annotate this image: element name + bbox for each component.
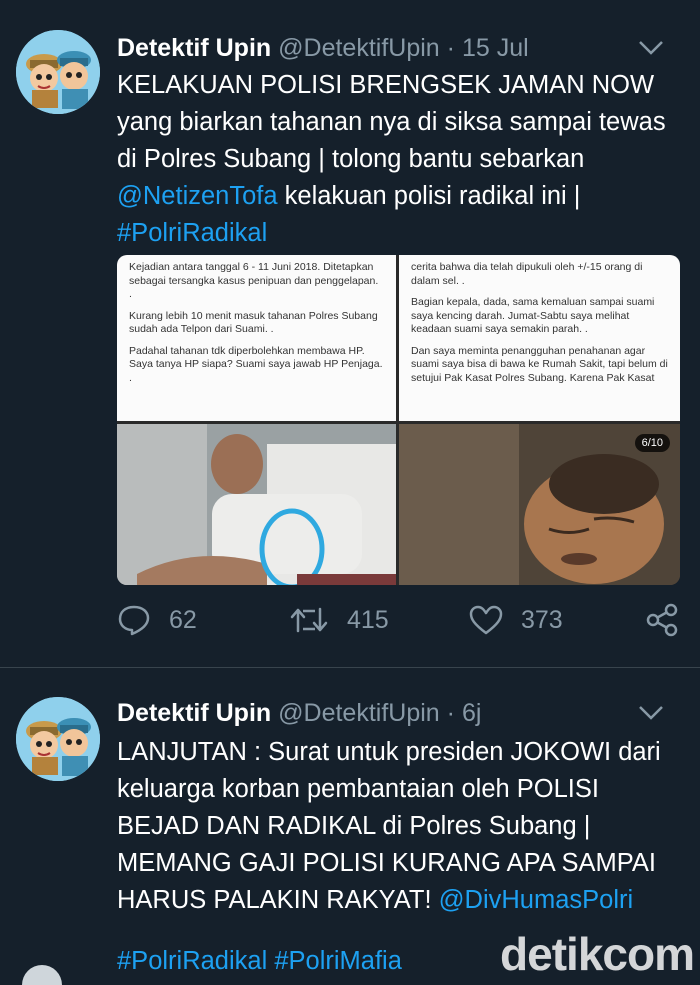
media-counter: 6/10 [634, 434, 670, 452]
display-name[interactable]: Detektif Upin [117, 34, 271, 62]
tweet-text: LANJUTAN : Surat untuk presiden JOKOWI d… [117, 734, 684, 919]
letter-paragraph: Bagian kepala, dada, sama kemaluan sampa… [411, 296, 655, 335]
reply-icon [118, 605, 150, 636]
watermark-logo: detikcom [500, 928, 695, 980]
chevron-down-icon[interactable] [638, 705, 664, 721]
photo-patient-face[interactable]: 6/10 [399, 424, 680, 585]
retweet-button[interactable]: 415 [289, 598, 389, 642]
reply-button[interactable]: 62 [117, 598, 197, 642]
hashtag-link[interactable]: #PolriRadikal [117, 219, 267, 247]
like-count: 373 [521, 605, 563, 634]
letter-image-right[interactable]: cerita bahwa dia telah dipukuli oleh +/-… [399, 255, 680, 421]
timestamp[interactable]: 15 Jul [462, 34, 529, 62]
letter-paragraph: Kurang lebih 10 menit masuk tahanan Polr… [129, 309, 378, 336]
letter-image-left[interactable]: Kejadian antara tanggal 6 - 11 Juni 2018… [117, 255, 396, 421]
letter-paragraph: Dan saya meminta penangguhan penahanan a… [411, 344, 668, 384]
share-button[interactable] [645, 598, 697, 642]
photo-patient-bed[interactable] [117, 424, 396, 585]
tweet-header: Detektif Upin @DetektifUpin · 15 Jul [117, 30, 684, 66]
letter-paragraph: cerita bahwa dia telah dipukuli oleh +/-… [411, 261, 643, 287]
display-name[interactable]: Detektif Upin [117, 699, 271, 727]
mention-link[interactable]: @NetizenTofa [117, 182, 278, 210]
user-handle[interactable]: @DetektifUpin [278, 699, 440, 727]
letter-paragraph: Padahal tahanan tdk diperbolehkan membaw… [129, 344, 383, 384]
chevron-down-icon[interactable] [638, 40, 664, 56]
user-handle[interactable]: @DetektifUpin [278, 34, 440, 62]
tweet-text-part: KELAKUAN POLISI BRENGSEK JAMAN NOW yang … [117, 71, 666, 173]
tweet-header: Detektif Upin @DetektifUpin · 6j [117, 695, 684, 731]
like-button[interactable]: 373 [469, 598, 563, 642]
hashtag-links[interactable]: #PolriRadikal #PolriMafia [117, 943, 402, 980]
reply-count: 62 [169, 605, 197, 634]
mention-link[interactable]: @DivHumasPolri [439, 886, 634, 914]
retweet-icon [290, 607, 328, 633]
timestamp[interactable]: 6j [462, 699, 481, 727]
letter-paragraph: Kejadian antara tanggal 6 - 11 Juni 2018… [129, 261, 379, 300]
separator-dot: · [446, 699, 455, 727]
avatar[interactable] [16, 30, 100, 114]
retweet-count: 415 [347, 605, 389, 634]
tweet-1[interactable]: Detektif Upin @DetektifUpin · 15 Jul KEL… [0, 0, 700, 668]
share-icon [646, 603, 678, 637]
like-icon [469, 605, 503, 635]
media-grid[interactable]: Kejadian antara tanggal 6 - 11 Juni 2018… [117, 255, 680, 585]
tweet-text: KELAKUAN POLISI BRENGSEK JAMAN NOW yang … [117, 67, 684, 252]
tweet-actions: 62 415 373 [117, 598, 684, 642]
avatar[interactable] [16, 697, 100, 781]
tweet-text-part: kelakuan polisi radikal ini | [277, 182, 581, 210]
separator-dot: · [446, 34, 455, 62]
